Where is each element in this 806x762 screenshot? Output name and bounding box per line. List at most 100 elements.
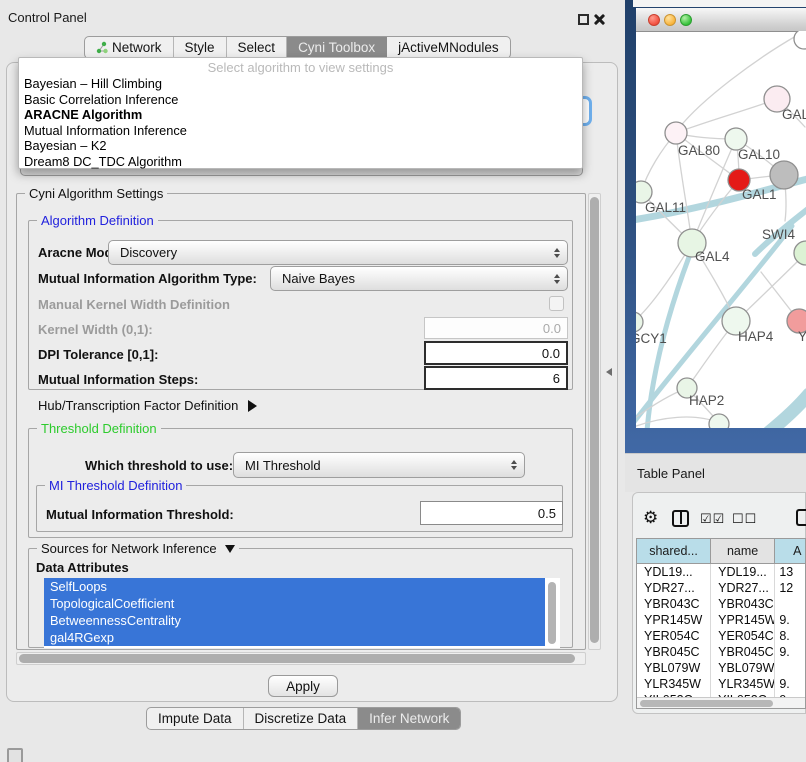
dpi-tolerance-label: DPI Tolerance [0,1]: <box>38 347 158 362</box>
manual-kernel-checkbox[interactable] <box>549 296 564 311</box>
mi-threshold-group-title: MI Threshold Definition <box>45 478 186 493</box>
table-row[interactable]: YER054CYER054C8. <box>637 628 805 644</box>
columns-icon[interactable] <box>672 510 689 527</box>
close-traffic-light-icon[interactable] <box>648 14 660 26</box>
table-cell: YDR27... <box>637 580 711 596</box>
table-cell: YDL19... <box>711 564 775 580</box>
network-node-label: GAL10 <box>738 147 780 162</box>
network-node-swi4[interactable] <box>794 241 806 265</box>
float-window-icon[interactable] <box>578 14 589 25</box>
gear-icon[interactable]: ⚙ <box>643 509 658 526</box>
column-header-name[interactable]: name <box>711 539 775 563</box>
network-node-gal80[interactable] <box>665 122 687 144</box>
attribute-list-item[interactable]: SelfLoops <box>44 578 545 595</box>
tab-cyni-toolbox[interactable]: Cyni Toolbox <box>287 37 387 58</box>
collapse-down-icon[interactable] <box>225 545 235 553</box>
column-header-clipped[interactable]: A <box>775 539 805 563</box>
application-window: Control Panel Network Style Select Cyni … <box>0 0 806 762</box>
deselect-checkboxes-icon[interactable]: ☐☐ <box>732 512 757 525</box>
table-row[interactable]: YLR345WYLR345W9. <box>637 676 805 692</box>
network-edge <box>676 99 777 133</box>
zoom-traffic-light-icon[interactable] <box>680 14 692 26</box>
table-horizontal-scrollbar[interactable] <box>637 697 805 708</box>
minimized-panel-icon[interactable] <box>7 748 23 762</box>
table-cell: YBL079W <box>637 660 711 676</box>
which-threshold-combo[interactable]: MI Threshold <box>233 452 525 478</box>
attribute-list-item[interactable]: TopologicalCoefficient <box>44 595 545 612</box>
table-cell: 8. <box>775 628 805 644</box>
data-attributes-list: SelfLoopsTopologicalCoefficientBetweenne… <box>44 578 560 648</box>
settings-vertical-thumb[interactable] <box>590 197 599 643</box>
table-row[interactable]: YDR27...YDR27...12 <box>637 580 805 596</box>
aracne-mode-combo[interactable]: Discovery <box>108 240 568 265</box>
select-all-checkboxes-icon[interactable]: ☑☑ <box>700 512 725 525</box>
apply-button[interactable]: Apply <box>268 675 338 697</box>
attribute-list-item[interactable]: gal4RGexp <box>44 629 545 646</box>
table-cell: YDL19... <box>637 564 711 580</box>
table-row[interactable]: YBR045CYBR045C9. <box>637 644 805 660</box>
settings-horizontal-thumb[interactable] <box>19 654 575 663</box>
table-body: YDL19...YDL19...13YDR27...YDR27...12YBR0… <box>637 564 805 708</box>
tab-impute-data[interactable]: Impute Data <box>147 708 244 729</box>
algorithm-option[interactable]: Basic Correlation Inference <box>24 92 577 108</box>
network-window-titlebar[interactable] <box>636 8 806 32</box>
table-header-row: shared... name A <box>637 539 805 564</box>
mi-threshold-field[interactable]: 0.5 <box>420 501 563 525</box>
table-cell: YBR043C <box>711 596 775 612</box>
network-canvas[interactable]: GALGAL80GAL10GAL1GAL11GAL4SWI4GCY1HAP4YH… <box>636 31 806 428</box>
dpi-tolerance-field[interactable]: 0.0 <box>424 341 568 365</box>
algorithm-option[interactable]: Mutual Information Inference <box>24 123 577 139</box>
attribute-list-item[interactable]: BetweennessCentrality <box>44 612 545 629</box>
sources-title-text: Sources for Network Inference <box>41 541 217 556</box>
manual-kernel-label: Manual Kernel Width Definition <box>38 297 230 312</box>
table-cell: YER054C <box>637 628 711 644</box>
minimize-traffic-light-icon[interactable] <box>664 14 676 26</box>
algorithm-definition-title: Algorithm Definition <box>37 213 158 228</box>
mi-type-combo[interactable]: Naive Bayes <box>270 266 568 291</box>
column-header-shared-name[interactable]: shared... <box>637 539 711 563</box>
settings-vertical-scrollbar[interactable] <box>588 193 601 650</box>
expander-right-icon <box>248 400 257 412</box>
network-node[interactable] <box>794 31 806 49</box>
network-node[interactable] <box>770 161 798 189</box>
table-row[interactable]: YBR043CYBR043C <box>637 596 805 612</box>
tab-select[interactable]: Select <box>227 37 288 58</box>
network-node-label: GAL <box>782 107 806 122</box>
algorithm-option[interactable]: Bayesian – K2 <box>24 138 577 154</box>
network-node-label: SWI4 <box>762 227 795 242</box>
table-cell: 12 <box>775 580 805 596</box>
network-node-label: GAL1 <box>742 187 777 202</box>
tab-network[interactable]: Network <box>85 37 174 58</box>
tab-label: Cyni Toolbox <box>298 40 375 55</box>
tab-label: jActiveMNodules <box>398 40 499 55</box>
hub-definition-expander[interactable]: Hub/Transcription Factor Definition <box>38 398 257 413</box>
table-cell: YLR345W <box>637 676 711 692</box>
algorithm-option[interactable]: Bayesian – Hill Climbing <box>24 76 577 92</box>
panel-divider-collapse-icon[interactable] <box>606 368 612 376</box>
mi-threshold-label: Mutual Information Threshold: <box>46 507 234 522</box>
mi-steps-label: Mutual Information Steps: <box>38 372 198 387</box>
attribute-table: shared... name A YDL19...YDL19...13YDR27… <box>636 538 806 709</box>
tab-style[interactable]: Style <box>174 37 227 58</box>
mi-steps-field[interactable]: 6 <box>424 366 568 390</box>
tab-discretize-data[interactable]: Discretize Data <box>244 708 359 729</box>
partial-toolbar-icon[interactable] <box>796 509 806 526</box>
settings-horizontal-scrollbar[interactable] <box>16 652 586 665</box>
algorithm-option[interactable]: ARACNE Algorithm <box>24 107 577 123</box>
network-node[interactable] <box>709 414 729 428</box>
close-icon[interactable] <box>593 13 606 26</box>
table-cell: YBL079W <box>711 660 775 676</box>
kernel-width-field[interactable]: 0.0 <box>424 317 568 339</box>
tab-jactivemnodules[interactable]: jActiveMNodules <box>387 37 510 58</box>
algorithm-option[interactable]: Dream8 DC_TDC Algorithm <box>24 154 577 170</box>
network-edge <box>769 394 806 428</box>
table-row[interactable]: YPR145WYPR145W9. <box>637 612 805 628</box>
table-row[interactable]: YBL079WYBL079W <box>637 660 805 676</box>
network-node-gcy1[interactable] <box>636 312 643 332</box>
table-panel-title: Table Panel <box>637 466 705 481</box>
tab-infer-network[interactable]: Infer Network <box>358 708 460 729</box>
tab-label: Select <box>238 40 276 55</box>
table-horizontal-thumb[interactable] <box>640 700 773 707</box>
table-row[interactable]: YDL19...YDL19...13 <box>637 564 805 580</box>
attributes-list-scrollbar[interactable] <box>548 582 556 644</box>
